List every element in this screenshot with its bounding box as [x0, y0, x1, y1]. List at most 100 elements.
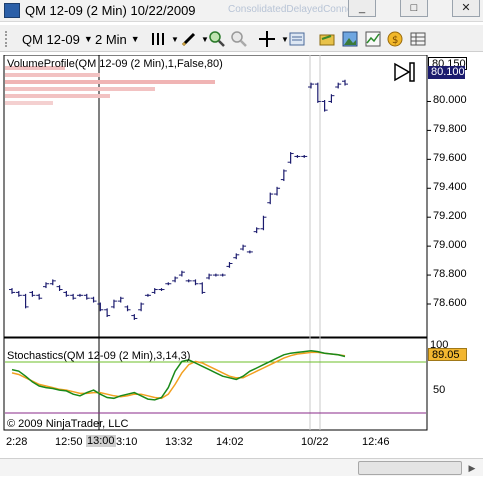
stoch-axis-label: 100: [430, 339, 449, 351]
price-axis-label: 79.600: [433, 152, 467, 165]
volume-profile-bar: [5, 73, 100, 77]
price-bar: [83, 293, 90, 300]
title-bar: QM 12-09 (2 Min) 10/22/2009 Consolidated…: [0, 0, 483, 22]
price-bar: [9, 288, 15, 294]
chevron-down-icon: ▼: [130, 34, 140, 44]
time-label: 12:50: [55, 436, 83, 448]
grid-icon[interactable]: [409, 30, 427, 48]
price-bar: [287, 152, 294, 164]
close-button[interactable]: ✕: [452, 0, 480, 17]
price-bars: [9, 79, 348, 320]
chart-toolbar: QM 12-09 ▼ 2 Min ▼ ▼ ▼ ▼ $: [0, 25, 483, 52]
volume-profile-bar: [5, 87, 155, 91]
price-bar: [104, 308, 111, 318]
stoch-axis-label: 50: [433, 384, 446, 396]
price-bar: [178, 270, 185, 277]
price-bar: [63, 290, 70, 297]
data-box-icon[interactable]: [288, 30, 306, 48]
scroll-thumb[interactable]: [358, 461, 462, 475]
chart-icon[interactable]: [364, 30, 382, 48]
price-bar: [117, 296, 124, 303]
time-label: 10/22: [301, 436, 329, 448]
price-bar: [240, 244, 247, 251]
price-axis-label: 78.800: [433, 268, 467, 281]
chart-end-marker[interactable]: [394, 62, 415, 82]
price-bar: [192, 279, 199, 286]
price-bar: [158, 288, 165, 291]
toolbar-grip[interactable]: [5, 31, 9, 47]
price-bar: [42, 282, 49, 289]
window-title: QM 12-09 (2 Min) 10/22/2009: [25, 3, 196, 18]
price-bar: [124, 305, 131, 312]
price-bar: [321, 100, 328, 112]
time-label: 2:28: [6, 436, 28, 448]
price-bar: [253, 227, 260, 234]
crosshair-icon[interactable]: [258, 30, 276, 48]
app-icon: [4, 3, 20, 18]
chart-area[interactable]: VolumeProfile(QM 12-09 (2 Min),1,False,8…: [0, 55, 483, 465]
volume-profile-bar: [5, 94, 110, 98]
chart-canvas[interactable]: [0, 55, 483, 465]
time-label: 14:02: [216, 436, 244, 448]
price-bar: [335, 82, 342, 89]
price-bar: [212, 273, 219, 277]
price-bar: [233, 253, 240, 260]
period-selector[interactable]: 2 Min ▼: [95, 29, 140, 49]
price-bar: [70, 293, 77, 300]
cursor-time-label: 13:00: [86, 435, 116, 447]
instrument-selector[interactable]: QM 12-09 ▼: [22, 29, 93, 49]
period-label: 2 Min: [95, 31, 127, 47]
horizontal-scrollbar[interactable]: ▶: [0, 458, 483, 476]
chevron-down-icon: ▼: [83, 34, 93, 44]
time-label: 13:32: [165, 436, 193, 448]
price-bar: [90, 296, 97, 303]
price-bar: [56, 285, 63, 291]
price-bar: [246, 250, 253, 254]
price-bar: [15, 290, 22, 297]
price-bar: [219, 273, 226, 277]
price-bar: [22, 293, 29, 309]
price-bar: [151, 288, 158, 294]
volume-profile-bar: [5, 101, 53, 105]
image-icon[interactable]: [341, 30, 359, 48]
price-bar: [274, 186, 281, 196]
price-bar: [29, 290, 36, 297]
price-bar: [110, 299, 117, 309]
price-axis-label: 79.800: [433, 123, 467, 136]
instrument-label: QM 12-09: [22, 31, 80, 47]
price-bar: [199, 282, 206, 294]
price-bar: [138, 302, 145, 312]
price-axis-label: 80.000: [433, 94, 467, 107]
stochastics-label: Stochastics(QM 12-09 (2 Min),3,14,3): [7, 350, 191, 362]
price-axis-label: 78.600: [433, 297, 467, 309]
price-bar: [294, 154, 301, 158]
restore-button[interactable]: □: [400, 0, 428, 17]
minimize-button[interactable]: _: [348, 0, 376, 17]
folder-icon[interactable]: [318, 30, 336, 48]
volume-profile-label: VolumeProfile(QM 12-09 (2 Min),1,False,8…: [7, 58, 223, 70]
price-bar: [226, 262, 233, 268]
volume-profile: [5, 66, 215, 105]
price-bar: [97, 302, 104, 312]
scroll-right-icon[interactable]: ▶: [466, 462, 478, 474]
price-bar: [260, 215, 267, 231]
zoom-out-icon[interactable]: [230, 30, 248, 48]
copyright-text: © 2009 NinjaTrader, LLC: [7, 418, 129, 430]
zoom-in-icon[interactable]: [208, 30, 226, 48]
volume-profile-bar: [5, 80, 215, 84]
time-label: 3:10: [116, 436, 138, 448]
price-bar: [280, 169, 287, 182]
price-bar: [131, 314, 138, 320]
price-bar: [308, 82, 315, 89]
price-bar: [185, 279, 192, 283]
price-bar: [301, 154, 308, 158]
coin-icon[interactable]: $: [386, 30, 404, 48]
price-bar: [49, 279, 56, 286]
price-bar: [165, 282, 172, 286]
time-label: 12:46: [362, 436, 390, 448]
price-axis-label: 79.200: [433, 210, 467, 223]
price-bar: [36, 293, 43, 300]
price-bar: [206, 273, 213, 280]
price-axis-label: 79.400: [433, 181, 467, 194]
price-tag-current: 80.100: [428, 66, 465, 79]
